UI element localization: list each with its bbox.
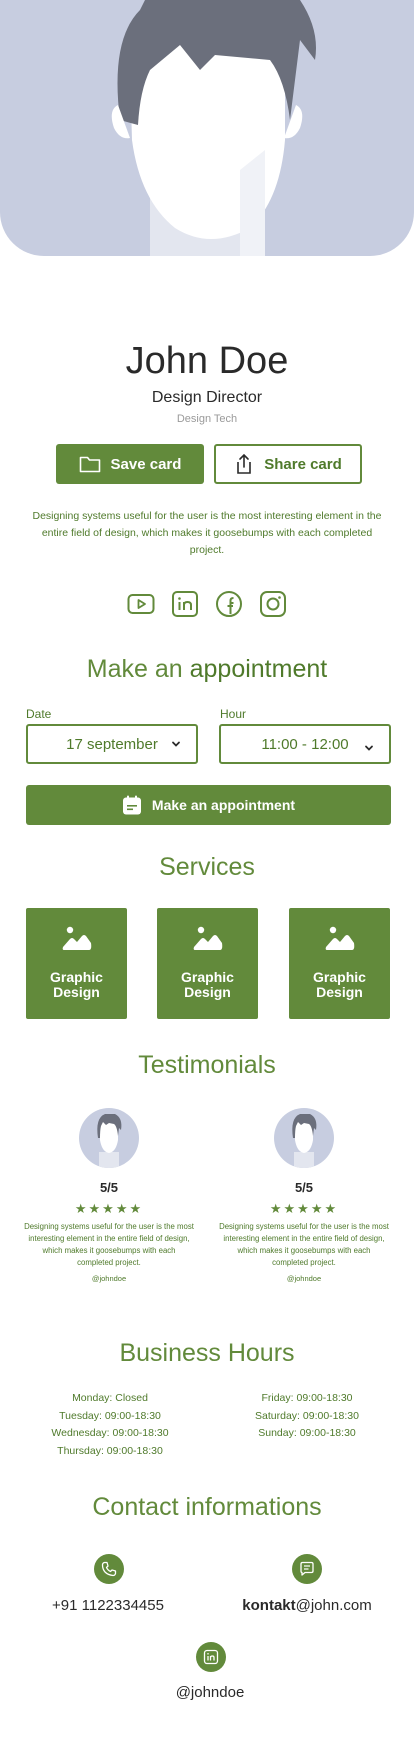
service-title-line: Graphic xyxy=(181,969,234,985)
service-title: Graphic Design xyxy=(289,970,390,1000)
profile-bio: Designing systems useful for the user is… xyxy=(32,510,382,556)
date-select-value: 17 september xyxy=(66,735,158,753)
testimonial-score: 5/5 xyxy=(294,1180,314,1195)
chat-icon[interactable] xyxy=(292,1554,322,1584)
image-icon xyxy=(193,926,223,950)
testimonial-text: Designing systems useful for the user is… xyxy=(24,1222,194,1267)
make-appointment-label: Make an appointment xyxy=(151,797,296,813)
service-title: Graphic Design xyxy=(26,970,127,1000)
services-heading: Services xyxy=(159,853,255,881)
phone-icon[interactable] xyxy=(94,1554,124,1584)
hours-row: Friday: 09:00-18:30 xyxy=(261,1392,353,1404)
star-rating-icon: ★★★★★ xyxy=(74,1201,144,1216)
social-links xyxy=(127,590,287,618)
youtube-icon[interactable] xyxy=(127,590,155,618)
testimonials-heading: Testimonials xyxy=(138,1051,276,1079)
email-domain: @john.com xyxy=(295,1597,372,1614)
hours-row: Monday: Closed xyxy=(72,1392,148,1404)
avatar xyxy=(79,1108,139,1168)
hours-column-left: Monday: Closed Tuesday: 09:00-18:30 Wedn… xyxy=(20,1390,200,1460)
hours-row: Thursday: 09:00-18:30 xyxy=(57,1444,163,1457)
hours-column-right: Friday: 09:00-18:30 Saturday: 09:00-18:3… xyxy=(217,1390,397,1443)
avatar-illustration xyxy=(111,0,316,256)
service-title-line: Graphic xyxy=(50,969,103,985)
linkedin-icon[interactable] xyxy=(196,1642,226,1672)
save-card-button[interactable]: Save card xyxy=(56,444,204,484)
appointment-heading-bold: appointment xyxy=(189,655,328,683)
service-card[interactable]: Graphic Design xyxy=(26,908,127,1019)
user-avatar-icon xyxy=(292,1114,317,1168)
service-title: Graphic Design xyxy=(157,970,258,1000)
chevron-down-icon xyxy=(172,741,180,747)
hour-label: Hour xyxy=(220,707,247,721)
testimonial-handle: @johndoe xyxy=(286,1274,322,1283)
hour-select-value: 11:00 - 12:00 xyxy=(261,735,349,753)
appointment-heading: Make an appointment xyxy=(0,655,414,684)
save-card-label: Save card xyxy=(110,455,182,473)
service-card[interactable]: Graphic Design xyxy=(289,908,390,1019)
share-card-label: Share card xyxy=(264,455,342,473)
user-avatar-icon xyxy=(97,1114,122,1168)
avatar xyxy=(274,1108,334,1168)
hours-row: Saturday: 09:00-18:30 xyxy=(255,1409,359,1422)
share-card-button[interactable]: Share card xyxy=(214,444,362,484)
profile-name: John Doe xyxy=(125,340,289,382)
testimonial-score: 5/5 xyxy=(99,1180,119,1195)
service-title-line: Design xyxy=(53,984,100,1000)
chevron-down-icon xyxy=(365,745,373,751)
appointment-heading-light: Make an xyxy=(86,655,183,683)
make-appointment-button[interactable]: Make an appointment xyxy=(26,785,391,825)
service-title-line: Design xyxy=(316,984,363,1000)
hours-row: Sunday: 09:00-18:30 xyxy=(258,1427,356,1439)
testimonial-card: 5/5 ★★★★★ Designing systems useful for t… xyxy=(24,1108,194,1283)
profile-role: Design Director xyxy=(151,389,263,406)
image-icon xyxy=(325,926,355,950)
facebook-icon[interactable] xyxy=(215,590,243,618)
star-rating-icon: ★★★★★ xyxy=(269,1201,339,1216)
phone-number[interactable]: +91 1122334455 xyxy=(28,1597,188,1614)
service-card[interactable]: Graphic Design xyxy=(157,908,258,1019)
testimonial-card: 5/5 ★★★★★ Designing systems useful for t… xyxy=(219,1108,389,1283)
date-select[interactable]: 17 september xyxy=(26,724,198,764)
image-icon xyxy=(62,926,92,950)
business-hours-heading: Business Hours xyxy=(119,1339,295,1367)
hours-row: Tuesday: 09:00-18:30 xyxy=(59,1409,161,1422)
testimonial-text: Designing systems useful for the user is… xyxy=(219,1222,389,1267)
profile-company: Design Tech xyxy=(176,413,238,425)
share-icon xyxy=(237,453,252,474)
email-user: kontakt xyxy=(242,1597,296,1614)
date-label: Date xyxy=(26,707,52,721)
testimonial-handle: @johndoe xyxy=(91,1274,127,1283)
service-title-line: Graphic xyxy=(313,969,366,985)
calendar-icon xyxy=(122,795,141,815)
profile-hero-image xyxy=(0,0,414,256)
linkedin-handle[interactable]: @johndoe xyxy=(130,1684,290,1701)
hour-select[interactable]: 11:00 - 12:00 xyxy=(219,724,391,764)
hours-row: Wednesday: 09:00-18:30 xyxy=(51,1427,169,1439)
contact-heading: Contact informations xyxy=(92,1493,322,1521)
email-address[interactable]: kontakt@john.com xyxy=(226,1597,388,1614)
folder-icon xyxy=(79,456,100,473)
service-title-line: Design xyxy=(184,984,231,1000)
linkedin-icon[interactable] xyxy=(171,590,199,618)
instagram-icon[interactable] xyxy=(259,590,287,618)
